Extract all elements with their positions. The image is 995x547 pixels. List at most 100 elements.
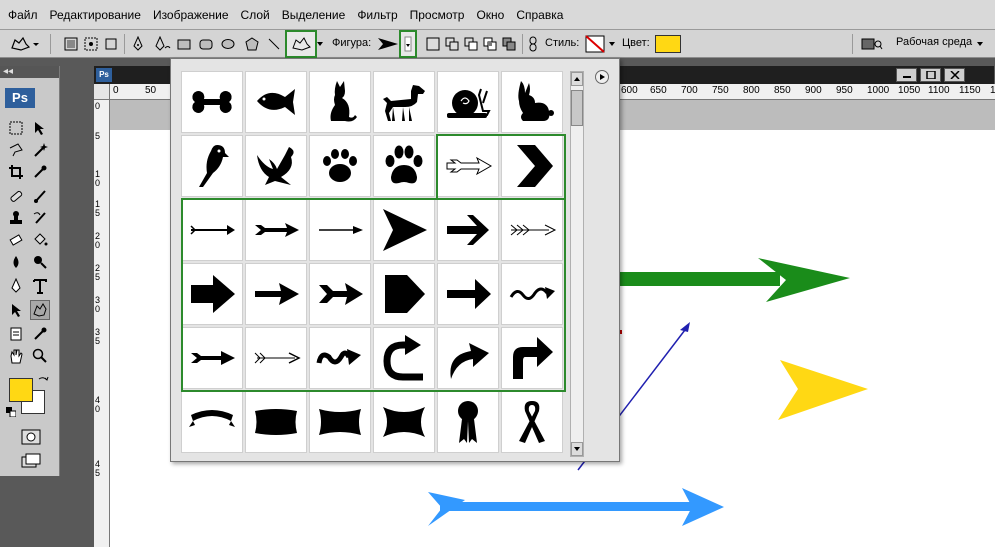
magic-wand-tool[interactable] bbox=[30, 140, 50, 160]
shape-preview[interactable] bbox=[377, 35, 399, 53]
ruler-origin[interactable] bbox=[94, 84, 110, 100]
fill-pixels-button[interactable] bbox=[102, 35, 120, 53]
arrow-turn-right-shape[interactable] bbox=[501, 327, 563, 389]
default-colors-button[interactable] bbox=[5, 406, 17, 418]
menu-layer[interactable]: Слой bbox=[235, 0, 276, 30]
paint-bucket-tool[interactable] bbox=[30, 230, 50, 250]
arrow-block-shape[interactable] bbox=[181, 263, 243, 325]
geometry-options-dropdown[interactable] bbox=[316, 35, 324, 53]
snail-shape[interactable] bbox=[437, 71, 499, 133]
polygon-tool-button[interactable] bbox=[244, 35, 260, 53]
arrow-triangle-shape[interactable] bbox=[373, 199, 435, 261]
dodge-tool[interactable] bbox=[30, 252, 50, 272]
color-swatch[interactable] bbox=[655, 35, 681, 53]
menu-filter[interactable]: Фильтр bbox=[351, 0, 403, 30]
arrow-pentagon-shape[interactable] bbox=[373, 263, 435, 325]
hand-tool[interactable] bbox=[6, 346, 26, 366]
rounded-rectangle-button[interactable] bbox=[198, 35, 214, 53]
menu-file[interactable]: Файл bbox=[2, 0, 44, 30]
paths-button[interactable] bbox=[82, 35, 100, 53]
menu-help[interactable]: Справка bbox=[510, 0, 569, 30]
arrow-chevron-tail-shape[interactable] bbox=[245, 327, 307, 389]
close-button[interactable] bbox=[944, 68, 965, 82]
bone-shape[interactable] bbox=[181, 71, 243, 133]
menu-image[interactable]: Изображение bbox=[147, 0, 235, 30]
vertical-ruler[interactable]: 0 5 1 0 1 5 2 0 2 5 3 0 3 5 4 0 4 5 bbox=[94, 100, 110, 547]
intersect-shape-button[interactable] bbox=[481, 35, 499, 53]
type-tool[interactable] bbox=[30, 276, 50, 296]
workspace-dropdown[interactable] bbox=[976, 35, 984, 53]
arrow-outline-feathered-shape[interactable] bbox=[501, 199, 563, 261]
dove-shape[interactable] bbox=[245, 135, 307, 197]
banner-shape[interactable] bbox=[181, 391, 243, 453]
eyedropper-tool-2[interactable] bbox=[30, 324, 50, 344]
eyedropper-tool[interactable] bbox=[30, 162, 50, 182]
clone-stamp-tool[interactable] bbox=[6, 208, 26, 228]
eraser-tool[interactable] bbox=[6, 230, 26, 250]
style-picker[interactable] bbox=[584, 35, 606, 53]
shape-layers-button[interactable] bbox=[62, 35, 80, 53]
marquee-tool[interactable] bbox=[6, 118, 26, 138]
blur-tool[interactable] bbox=[6, 252, 26, 272]
move-tool[interactable] bbox=[30, 118, 50, 138]
quick-mask-button[interactable] bbox=[20, 428, 42, 446]
custom-shape-tool-button[interactable] bbox=[285, 30, 317, 58]
picker-menu-button[interactable] bbox=[595, 70, 609, 84]
fish-shape[interactable] bbox=[245, 71, 307, 133]
new-shape-layer-button[interactable] bbox=[424, 35, 442, 53]
arrow-dart-shape[interactable] bbox=[245, 263, 307, 325]
crop-tool[interactable] bbox=[6, 162, 26, 182]
brush-tool[interactable] bbox=[30, 186, 50, 206]
arrow-bold-shape[interactable] bbox=[437, 199, 499, 261]
scroll-down-button[interactable] bbox=[571, 442, 583, 456]
menu-edit[interactable]: Редактирование bbox=[44, 0, 147, 30]
freeform-pen-button[interactable] bbox=[152, 35, 172, 53]
menu-select[interactable]: Выделение bbox=[276, 0, 352, 30]
cat-shape[interactable] bbox=[309, 71, 371, 133]
arrow-u-turn-shape[interactable] bbox=[373, 327, 435, 389]
cat-paw-shape[interactable] bbox=[309, 135, 371, 197]
shape-picker-dropdown[interactable] bbox=[399, 30, 417, 58]
arrow-double-feather-shape[interactable] bbox=[309, 263, 371, 325]
rabbit-shape[interactable] bbox=[501, 71, 563, 133]
line-tool-button[interactable] bbox=[266, 35, 282, 53]
arrow-feathered-shape[interactable] bbox=[245, 199, 307, 261]
arrow-thin-shape[interactable] bbox=[181, 199, 243, 261]
arrow-fletched-shape[interactable] bbox=[181, 327, 243, 389]
menu-view[interactable]: Просмотр bbox=[404, 0, 471, 30]
foreground-color-swatch[interactable] bbox=[9, 378, 33, 402]
lasso-tool[interactable] bbox=[6, 140, 26, 160]
arrow-wave-shape[interactable] bbox=[501, 263, 563, 325]
swap-colors-button[interactable] bbox=[36, 374, 50, 388]
add-to-shape-button[interactable] bbox=[443, 35, 461, 53]
arrow-line-shape[interactable] bbox=[309, 199, 371, 261]
shape-picker-scrollbar[interactable] bbox=[570, 71, 584, 457]
custom-shape-tool[interactable] bbox=[30, 300, 50, 320]
notes-tool[interactable] bbox=[6, 324, 26, 344]
workspace-icon-button[interactable] bbox=[860, 35, 884, 53]
zoom-tool[interactable] bbox=[30, 346, 50, 366]
pen-tool[interactable] bbox=[6, 276, 26, 296]
rectangle-tool-button[interactable] bbox=[176, 35, 192, 53]
sign-2-shape[interactable] bbox=[309, 391, 371, 453]
panel-collapse-handle[interactable]: ◂◂ bbox=[0, 66, 59, 78]
path-selection-tool[interactable] bbox=[6, 300, 26, 320]
arrow-solid-shape[interactable] bbox=[437, 263, 499, 325]
sign-1-shape[interactable] bbox=[245, 391, 307, 453]
sign-3-shape[interactable] bbox=[373, 391, 435, 453]
scroll-up-button[interactable] bbox=[571, 72, 583, 86]
dog-paw-shape[interactable] bbox=[373, 135, 435, 197]
screen-mode-button[interactable] bbox=[20, 452, 42, 470]
history-brush-tool[interactable] bbox=[30, 208, 50, 228]
dog-shape[interactable] bbox=[373, 71, 435, 133]
awareness-ribbon-shape[interactable] bbox=[501, 391, 563, 453]
menu-window[interactable]: Окно bbox=[470, 0, 510, 30]
arrow-9-shape[interactable] bbox=[437, 135, 499, 197]
bird-shape[interactable] bbox=[181, 135, 243, 197]
ellipse-tool-button[interactable] bbox=[220, 35, 236, 53]
pen-tool-button[interactable] bbox=[130, 35, 146, 53]
workspace-button[interactable]: Рабочая среда bbox=[896, 36, 972, 48]
tool-preset-picker[interactable] bbox=[8, 35, 40, 53]
link-layer-button[interactable] bbox=[527, 35, 539, 53]
style-dropdown[interactable] bbox=[608, 35, 616, 53]
